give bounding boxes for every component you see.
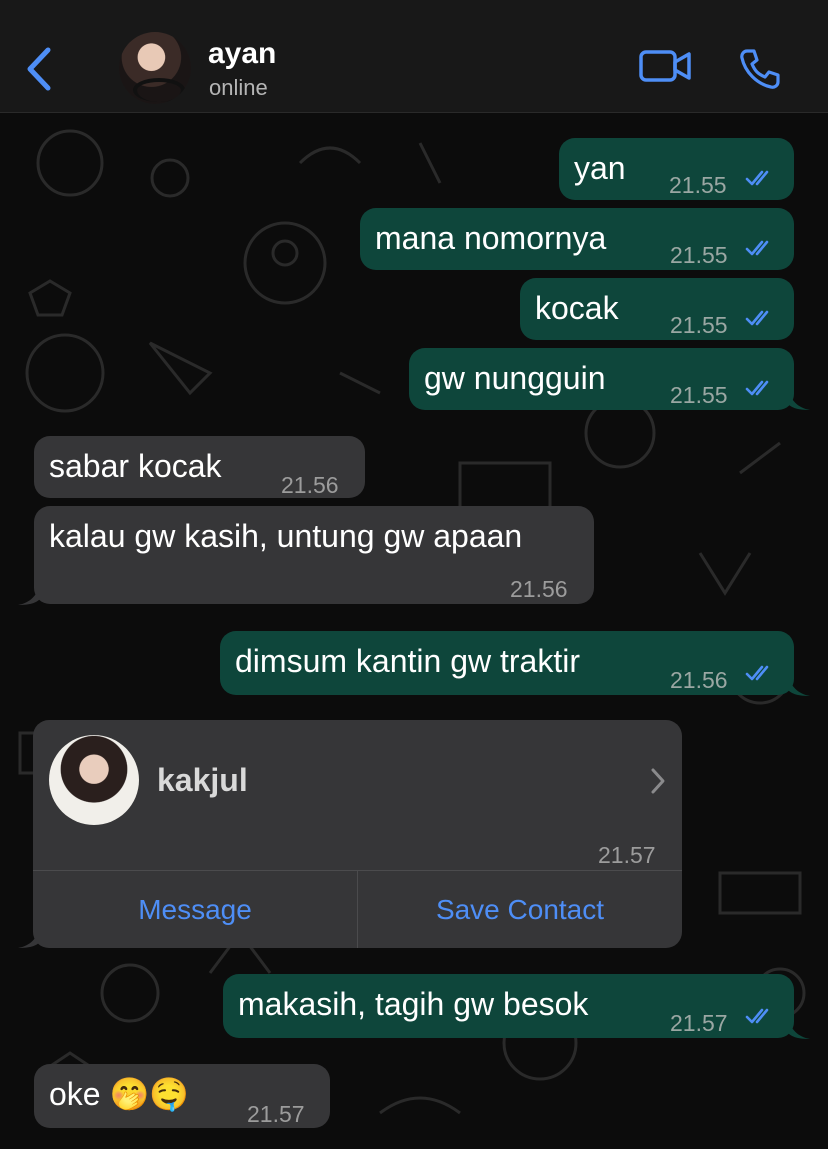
read-receipt-icon [745, 240, 769, 256]
bubble-tail [18, 926, 40, 948]
message-time: 21.55 [670, 242, 728, 268]
message-bubble-incoming[interactable]: oke 🤭🤤 21.57 [34, 1064, 330, 1128]
read-receipt-icon [745, 1008, 769, 1024]
message-text: mana nomornya [375, 220, 607, 256]
message-text: oke 🤭🤤 [49, 1076, 190, 1112]
read-receipt-icon [745, 665, 769, 681]
message-time: 21.55 [670, 312, 728, 338]
message-text: gw nungguin [424, 360, 606, 396]
read-receipt-icon [745, 380, 769, 396]
message-text: dimsum kantin gw traktir [235, 643, 580, 679]
bubble-tail [788, 388, 810, 410]
bubble-tail [788, 674, 810, 696]
message-time: 21.55 [670, 382, 728, 408]
message-text: kocak [535, 290, 619, 326]
message-text: makasih, tagih gw besok [238, 986, 589, 1022]
message-bubble-outgoing[interactable]: mana nomornya 21.55 [360, 208, 794, 270]
message-text: sabar kocak [49, 448, 222, 484]
read-receipt-icon [745, 310, 769, 326]
bubble-tail [788, 1017, 810, 1039]
chat-area[interactable]: yan 21.55 mana nomornya 21.55 kocak 21.5… [0, 113, 828, 1149]
online-status: online [209, 75, 268, 100]
avatar[interactable] [119, 32, 191, 104]
message-bubble-incoming[interactable]: sabar kocak 21.56 [34, 436, 365, 498]
contact-name[interactable]: ayan [208, 37, 276, 71]
message-bubble-outgoing[interactable]: makasih, tagih gw besok 21.57 [223, 974, 794, 1038]
message-text: yan [574, 150, 626, 186]
shared-contact-name[interactable]: kakjul [157, 762, 248, 799]
message-bubble-outgoing[interactable]: yan 21.55 [559, 138, 794, 200]
message-bubble-outgoing[interactable]: gw nungguin 21.55 [409, 348, 794, 410]
message-time: 21.56 [670, 667, 728, 693]
message-time: 21.57 [670, 1010, 728, 1036]
shared-contact-card[interactable]: kakjul 21.57 Message Save Contact [33, 720, 682, 948]
save-contact-button[interactable]: Save Contact [358, 871, 682, 948]
message-time: 21.56 [281, 472, 339, 498]
message-time: 21.57 [598, 842, 656, 868]
read-receipt-icon [745, 170, 769, 186]
contact-avatar[interactable] [49, 735, 139, 825]
phone-icon[interactable] [738, 48, 780, 90]
message-bubble-incoming[interactable]: kalau gw kasih, untung gw apaan 21.56 [34, 506, 594, 604]
message-time: 21.56 [510, 576, 568, 602]
message-text: kalau gw kasih, untung gw apaan [49, 518, 523, 554]
video-camera-icon[interactable] [639, 48, 691, 84]
message-bubble-outgoing[interactable]: kocak 21.55 [520, 278, 794, 340]
bubble-tail [18, 583, 40, 605]
message-time: 21.55 [669, 172, 727, 198]
message-bubble-outgoing[interactable]: dimsum kantin gw traktir 21.56 [220, 631, 794, 695]
chat-header: ayan online [0, 0, 828, 113]
chevron-left-icon[interactable] [22, 44, 58, 94]
message-contact-button[interactable]: Message [33, 871, 357, 948]
chevron-right-icon[interactable] [650, 767, 666, 795]
message-time: 21.57 [247, 1101, 305, 1127]
